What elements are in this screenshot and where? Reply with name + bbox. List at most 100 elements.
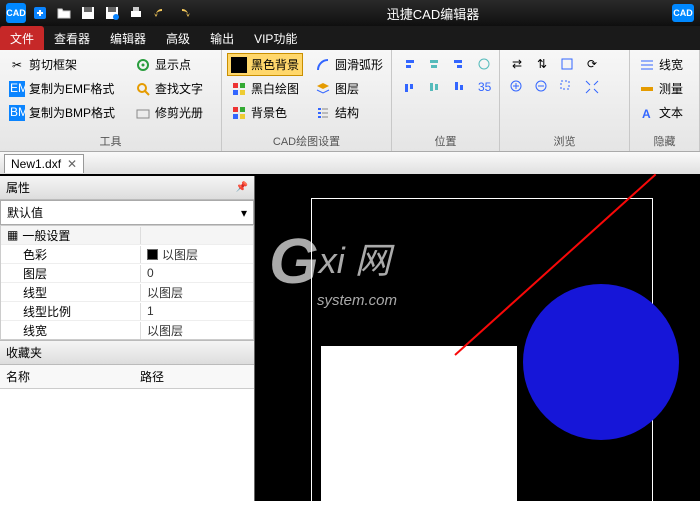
align-top-button[interactable] [398, 77, 420, 97]
text-button[interactable]: A文本 [636, 102, 693, 123]
app-logo: CAD [6, 3, 26, 23]
align-center-h-button[interactable] [423, 54, 445, 74]
menu-vip[interactable]: VIP功能 [244, 26, 307, 50]
app-title: 迅捷CAD编辑器 [194, 4, 672, 23]
arc-icon [315, 57, 331, 73]
align-right-button[interactable] [448, 54, 470, 74]
fav-col-path: 路径 [140, 368, 164, 385]
favorites-header: 收藏夹 [0, 340, 254, 365]
new-icon[interactable] [30, 3, 50, 23]
zoom-in-button[interactable] [506, 77, 528, 97]
chevron-down-icon: ▾ [241, 206, 247, 220]
extents-icon [584, 79, 600, 95]
panel-draw-label: CAD绘图设置 [228, 131, 385, 151]
search-icon [135, 81, 151, 97]
refresh-icon: ⟳ [584, 56, 600, 72]
save-icon[interactable] [78, 3, 98, 23]
redo-icon[interactable] [174, 3, 194, 23]
properties-header: 属性 📌 [0, 176, 254, 200]
svg-text:BMP: BMP [10, 105, 25, 119]
fit-icon [559, 56, 575, 72]
svg-text:35°: 35° [478, 80, 492, 94]
align-top-icon [401, 79, 417, 95]
align-middle-button[interactable] [423, 77, 445, 97]
document-name: New1.dxf [11, 157, 61, 171]
prop-row[interactable]: 图层0 [1, 264, 253, 283]
bw-draw-button[interactable]: 黑白绘图 [228, 78, 302, 99]
smooth-arc-button[interactable]: 圆滑弧形 [312, 54, 386, 75]
lineweight-icon [639, 57, 655, 73]
measure-button[interactable]: 测量 [636, 78, 693, 99]
default-combo[interactable]: 默认值 ▾ [0, 200, 254, 225]
pin-icon[interactable]: 📌 [236, 182, 248, 193]
layer-button[interactable]: 图层 [312, 78, 386, 99]
pan-left-button[interactable]: ⇄ [506, 54, 528, 74]
document-tab[interactable]: New1.dxf ✕ [4, 154, 84, 173]
panel-tools-label: 工具 [6, 131, 215, 151]
layers-icon [315, 81, 331, 97]
panel-hide-label: 隐藏 [636, 131, 693, 151]
lineweight-button[interactable]: 线宽 [636, 54, 693, 75]
align-bottom-icon [451, 79, 467, 95]
zoom-in-icon [509, 79, 525, 95]
copy-bmp-button[interactable]: BMP复制为BMP格式 [6, 102, 118, 123]
trim-button[interactable]: 修剪光册 [132, 102, 206, 123]
structure-icon [315, 105, 331, 121]
menu-output[interactable]: 输出 [200, 26, 244, 50]
find-text-button[interactable]: 查找文字 [132, 78, 206, 99]
pan-up-button[interactable]: ⇅ [531, 54, 553, 74]
menu-advanced[interactable]: 高级 [156, 26, 200, 50]
print-icon[interactable] [126, 3, 146, 23]
prop-row[interactable]: 色彩以图层 [1, 245, 253, 264]
drawing-canvas[interactable]: Gxi 网 system.com [255, 176, 700, 501]
bg-color-button[interactable]: 背景色 [228, 102, 302, 123]
cad-badge: CAD [672, 4, 694, 22]
collapse-icon[interactable]: ▦ [7, 228, 18, 242]
bmp-icon: BMP [9, 105, 25, 121]
saveas-icon[interactable] [102, 3, 122, 23]
black-bg-button[interactable]: 黑色背景 [228, 54, 302, 75]
clip-frame-button[interactable]: ✂剪切框架 [6, 54, 118, 75]
align-bottom-button[interactable] [448, 77, 470, 97]
menu-editor[interactable]: 编辑器 [100, 26, 156, 50]
svg-text:EMF: EMF [10, 81, 25, 95]
prop-row[interactable]: 线型以图层 [1, 283, 253, 302]
zoom-extents-button[interactable] [581, 77, 603, 97]
prop-row[interactable]: 线宽以图层 [1, 321, 253, 340]
close-tab-icon[interactable]: ✕ [67, 157, 77, 171]
zoom-out-button[interactable] [531, 77, 553, 97]
bgcolor-icon [231, 105, 247, 121]
text-icon: A [639, 105, 655, 121]
structure-button[interactable]: 结构 [312, 102, 386, 123]
align-center-h-icon [426, 56, 442, 72]
prop-row[interactable]: 线型比例1 [1, 302, 253, 321]
show-points-button[interactable]: 显示点 [132, 54, 206, 75]
rotate-button[interactable]: 35° [473, 77, 495, 97]
scissors-icon: ✂ [9, 57, 25, 73]
distribute-h-button[interactable] [473, 54, 495, 74]
ruler-icon [639, 81, 655, 97]
rotate-icon: 35° [476, 79, 492, 95]
panel-browse-label: 浏览 [506, 131, 623, 151]
zoom-out-icon [534, 79, 550, 95]
panel-pos-label: 位置 [398, 131, 493, 151]
svg-text:A: A [642, 107, 651, 121]
arrow-lr-icon: ⇄ [509, 56, 525, 72]
align-left-button[interactable] [398, 54, 420, 74]
emf-icon: EMF [9, 81, 25, 97]
open-icon[interactable] [54, 3, 74, 23]
arrow-ud-icon: ⇅ [534, 56, 550, 72]
align-right-icon [451, 56, 467, 72]
menu-file[interactable]: 文件 [0, 26, 44, 50]
color-swatch [147, 249, 158, 260]
rect-shape [321, 346, 517, 526]
bw-icon [231, 81, 247, 97]
refresh-button[interactable]: ⟳ [581, 54, 603, 74]
distribute-h-icon [476, 56, 492, 72]
trim-icon [135, 105, 151, 121]
zoom-fit-button[interactable] [556, 54, 578, 74]
undo-icon[interactable] [150, 3, 170, 23]
menu-viewer[interactable]: 查看器 [44, 26, 100, 50]
copy-emf-button[interactable]: EMF复制为EMF格式 [6, 78, 118, 99]
zoom-window-button[interactable] [556, 77, 578, 97]
